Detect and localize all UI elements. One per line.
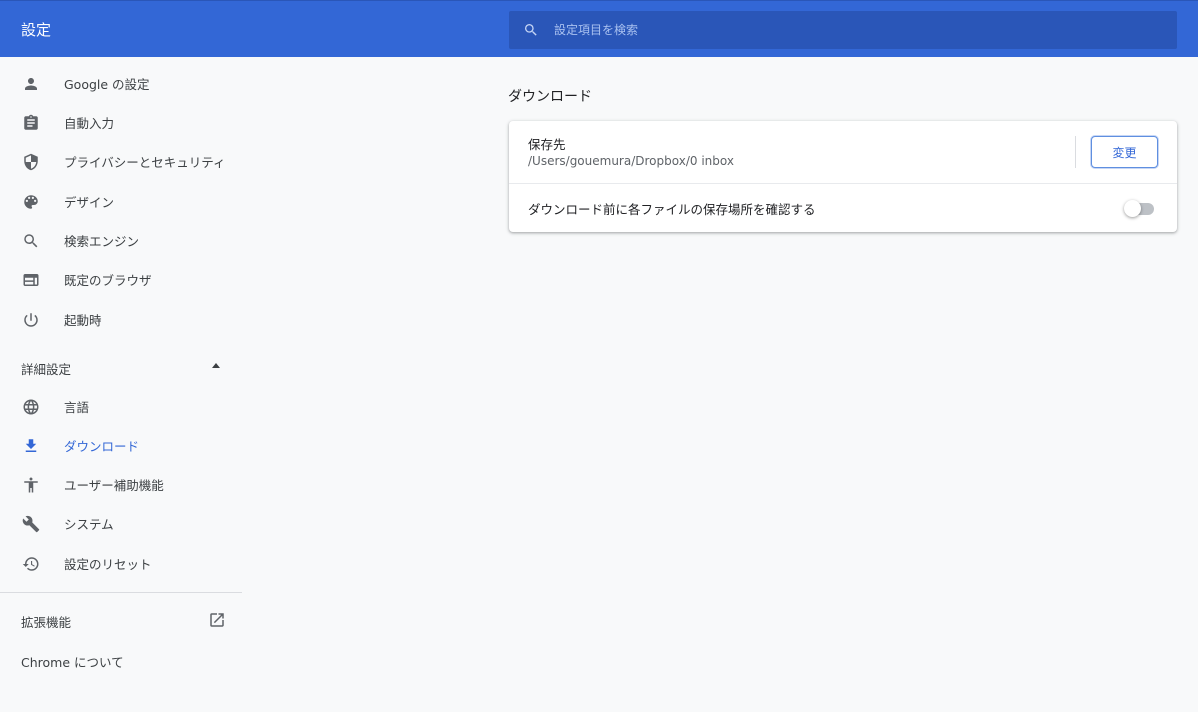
history-icon	[21, 554, 41, 574]
sidebar-item-search-engine[interactable]: 検索エンジン	[0, 221, 242, 260]
sidebar-item-about-chrome[interactable]: Chrome について	[0, 643, 242, 677]
sidebar-item-accessibility[interactable]: ユーザー補助機能	[0, 465, 242, 504]
about-chrome-label: Chrome について	[21, 655, 124, 670]
section-title: ダウンロード	[508, 89, 592, 105]
sidebar-item-on-startup[interactable]: 起動時	[0, 300, 242, 339]
sidebar-item-reset[interactable]: 設定のリセット	[0, 544, 242, 583]
palette-icon	[21, 192, 41, 212]
sidebar-item-appearance[interactable]: デザイン	[0, 182, 242, 221]
location-path: /Users/gouemura/Dropbox/0 inbox	[528, 154, 734, 168]
sidebar-item-label: 検索エンジン	[64, 234, 140, 249]
sidebar-item-label: 起動時	[64, 313, 102, 328]
browser-window-icon	[21, 270, 41, 290]
shield-icon	[21, 152, 41, 172]
sidebar-item-languages[interactable]: 言語	[0, 387, 242, 426]
download-location-row: 保存先 /Users/gouemura/Dropbox/0 inbox 変更	[509, 121, 1177, 184]
wrench-icon	[21, 514, 41, 534]
search-input[interactable]	[554, 11, 1154, 49]
download-icon	[21, 436, 41, 456]
sidebar-item-label: デザイン	[64, 195, 115, 210]
sidebar-item-google[interactable]: Google の設定	[0, 64, 242, 103]
toggle-knob	[1124, 200, 1141, 217]
globe-icon	[21, 397, 41, 417]
extensions-label: 拡張機能	[21, 615, 72, 630]
sidebar-item-default-browser[interactable]: 既定のブラウザ	[0, 260, 242, 299]
ask-where-to-save-label: ダウンロード前に各ファイルの保存場所を確認する	[528, 202, 816, 217]
sidebar-item-label: 既定のブラウザ	[64, 273, 152, 288]
downloads-card: 保存先 /Users/gouemura/Dropbox/0 inbox 変更 ダ…	[509, 121, 1177, 232]
advanced-settings-toggle[interactable]: 詳細設定	[0, 348, 242, 384]
sidebar-item-extensions[interactable]: 拡張機能	[0, 603, 242, 637]
search-icon	[525, 24, 537, 36]
sidebar-item-label: ダウンロード	[64, 439, 140, 454]
sidebar-divider	[0, 592, 242, 593]
chevron-up-icon	[212, 363, 220, 368]
search-icon	[21, 231, 41, 251]
power-icon	[21, 310, 41, 330]
sidebar-item-label: Google の設定	[64, 77, 150, 92]
sidebar-item-privacy[interactable]: プライバシーとセキュリティ	[0, 142, 242, 181]
person-icon	[21, 74, 41, 94]
sidebar: Google の設定 自動入力 プライバシーとセキュリティ デザイン 検索エンジ…	[0, 57, 242, 712]
sidebar-item-system[interactable]: システム	[0, 504, 242, 543]
sidebar-item-label: ユーザー補助機能	[64, 478, 164, 493]
sidebar-item-label: 言語	[64, 400, 90, 415]
location-label: 保存先	[528, 137, 566, 152]
clipboard-icon	[21, 113, 41, 133]
page-title: 設定	[21, 21, 52, 39]
change-location-button[interactable]: 変更	[1091, 136, 1158, 168]
ask-where-to-save-row: ダウンロード前に各ファイルの保存場所を確認する	[509, 184, 1177, 232]
sidebar-item-downloads[interactable]: ダウンロード	[0, 426, 242, 465]
top-toolbar: 設定	[0, 0, 1198, 57]
ask-where-to-save-toggle[interactable]	[1124, 200, 1156, 217]
accessibility-icon	[21, 475, 41, 495]
search-box[interactable]	[509, 11, 1177, 49]
sidebar-item-autofill[interactable]: 自動入力	[0, 103, 242, 142]
advanced-settings-label: 詳細設定	[21, 362, 72, 377]
row-separator	[1075, 136, 1076, 168]
sidebar-item-label: プライバシーとセキュリティ	[64, 155, 226, 170]
sidebar-item-label: 自動入力	[64, 116, 115, 131]
sidebar-item-label: システム	[64, 517, 114, 532]
open-in-new-icon	[210, 613, 224, 627]
sidebar-item-label: 設定のリセット	[64, 557, 152, 572]
